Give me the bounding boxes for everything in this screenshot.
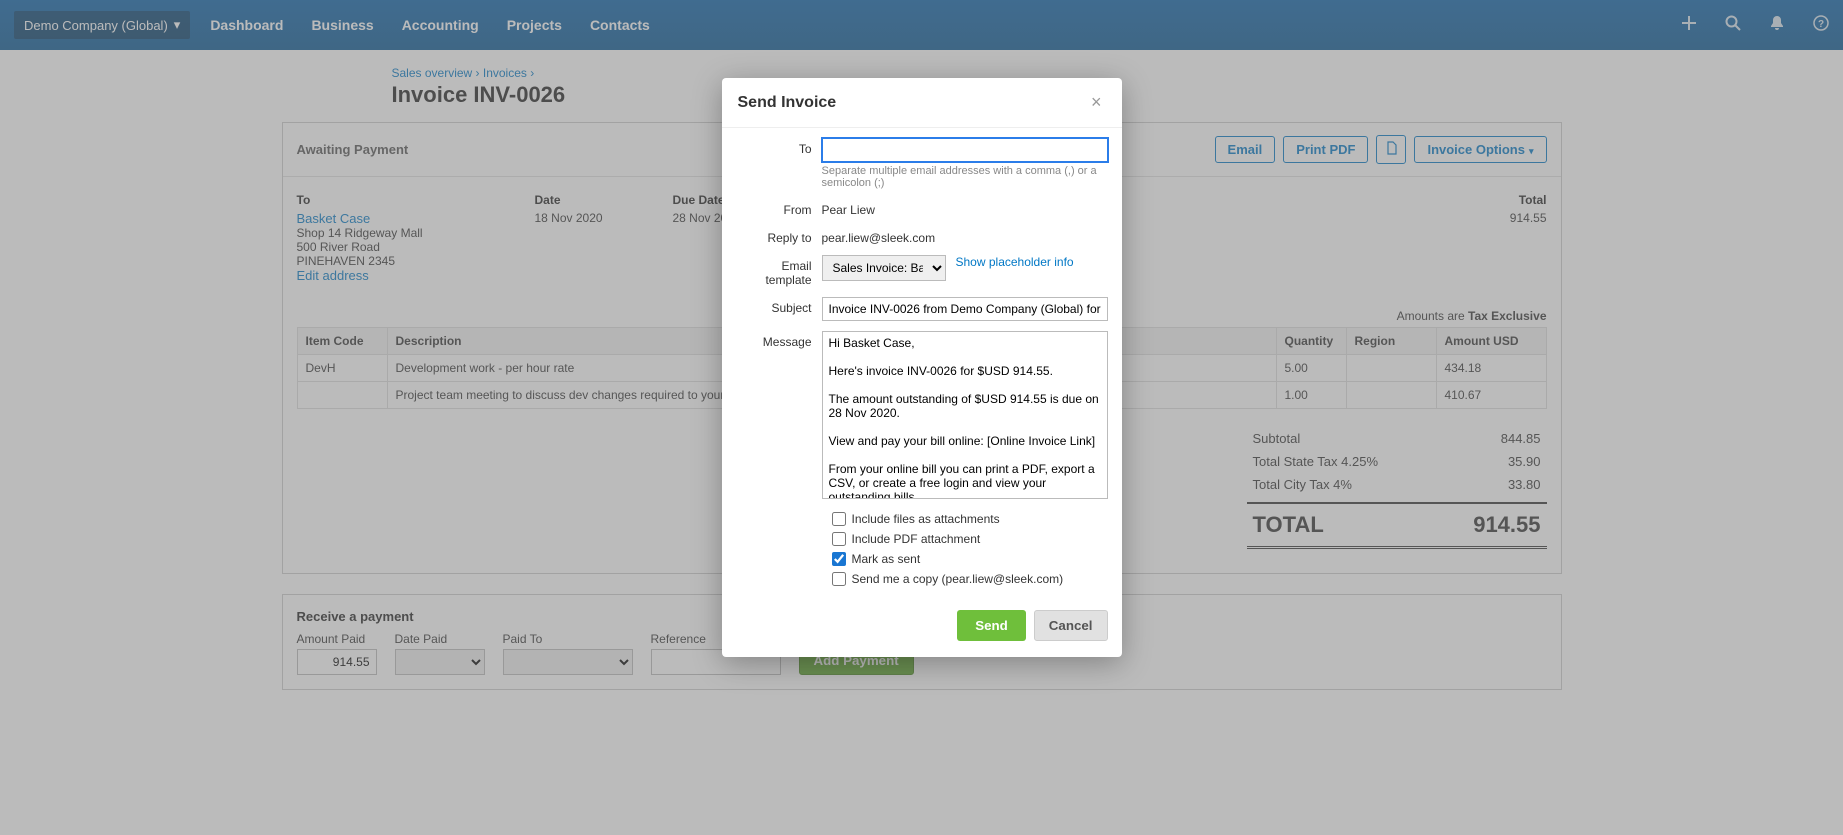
from-value: Pear Liew <box>822 199 1108 217</box>
placeholder-info-link[interactable]: Show placeholder info <box>956 255 1074 281</box>
check-files-box[interactable] <box>832 512 846 526</box>
subject-label: Subject <box>736 297 822 315</box>
check-mark-box[interactable] <box>832 552 846 566</box>
modal-title: Send Invoice <box>738 94 837 112</box>
message-label: Message <box>736 331 822 349</box>
from-label: From <box>736 199 822 217</box>
subject-input[interactable] <box>822 297 1108 321</box>
to-hint: Separate multiple email addresses with a… <box>822 165 1108 189</box>
check-files[interactable]: Include files as attachments <box>832 512 1108 526</box>
check-pdf-box[interactable] <box>832 532 846 546</box>
cancel-button[interactable]: Cancel <box>1034 610 1108 641</box>
check-mark[interactable]: Mark as sent <box>832 552 1108 566</box>
template-select[interactable]: Sales Invoice: Basic <box>822 255 946 281</box>
check-copy-box[interactable] <box>832 572 846 586</box>
check-pdf[interactable]: Include PDF attachment <box>832 532 1108 546</box>
to-input[interactable] <box>822 138 1108 162</box>
message-textarea[interactable]: Hi Basket Case, Here's invoice INV-0026 … <box>822 331 1108 499</box>
close-icon[interactable]: × <box>1087 92 1106 113</box>
replyto-value: pear.liew@sleek.com <box>822 227 1108 245</box>
send-invoice-modal: Send Invoice × To Separate multiple emai… <box>722 78 1122 657</box>
send-button[interactable]: Send <box>957 610 1026 641</box>
to-label: To <box>736 138 822 156</box>
modal-overlay: Send Invoice × To Separate multiple emai… <box>0 0 1843 835</box>
template-label: Email template <box>736 255 822 287</box>
replyto-label: Reply to <box>736 227 822 245</box>
check-copy[interactable]: Send me a copy (pear.liew@sleek.com) <box>832 572 1108 586</box>
